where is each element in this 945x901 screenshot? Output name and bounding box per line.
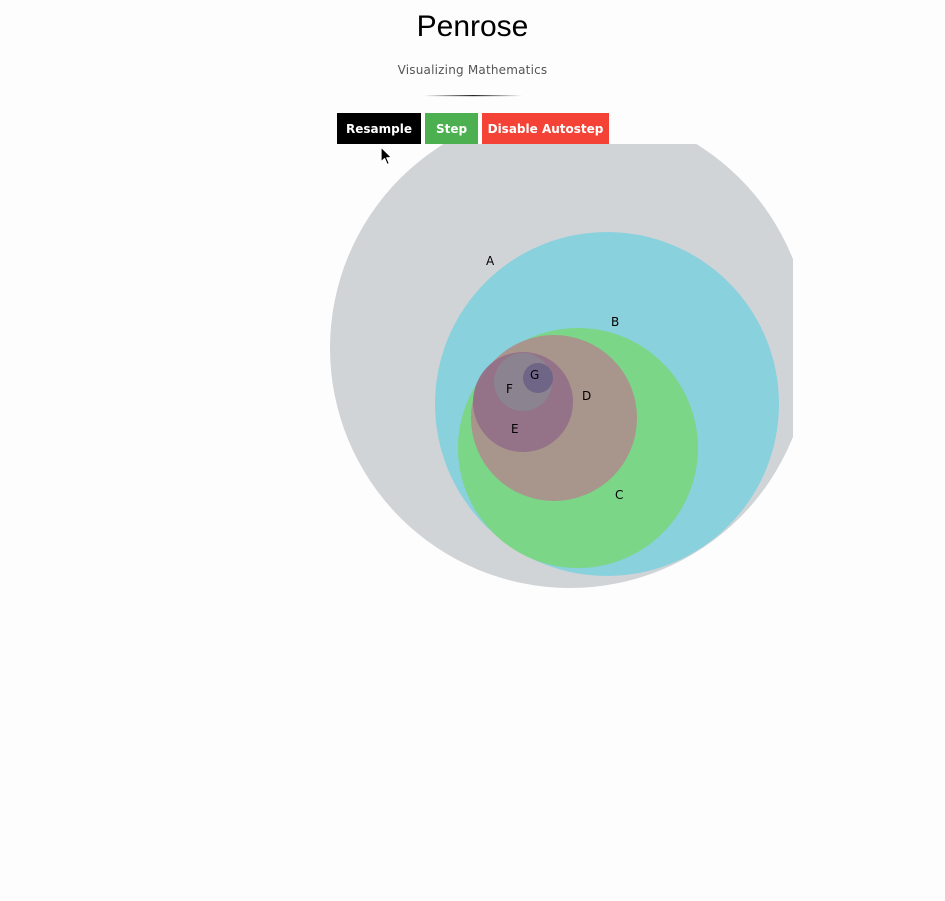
set-a-label: A <box>486 254 495 268</box>
mouse-pointer-icon <box>380 146 393 166</box>
set-f-label: F <box>506 382 513 396</box>
set-e-label: E <box>511 422 519 436</box>
page-title: Penrose <box>416 10 529 43</box>
set-c-label: C <box>615 488 623 502</box>
penrose-page: Penrose Visualizing Mathematics Resample… <box>0 0 945 901</box>
diagram-canvas: A B C D E F G <box>240 144 793 604</box>
set-d-label: D <box>582 389 591 403</box>
venn-diagram: A B C D E F G <box>330 144 793 588</box>
step-button[interactable]: Step <box>425 113 478 144</box>
set-g-label: G <box>530 368 539 382</box>
toolbar: Resample Step Disable Autostep <box>337 113 609 144</box>
page-subtitle: Visualizing Mathematics <box>397 63 548 77</box>
header-divider <box>424 95 522 97</box>
resample-button[interactable]: Resample <box>337 113 421 144</box>
set-b-label: B <box>611 315 619 329</box>
disable-autostep-button[interactable]: Disable Autostep <box>482 113 609 144</box>
